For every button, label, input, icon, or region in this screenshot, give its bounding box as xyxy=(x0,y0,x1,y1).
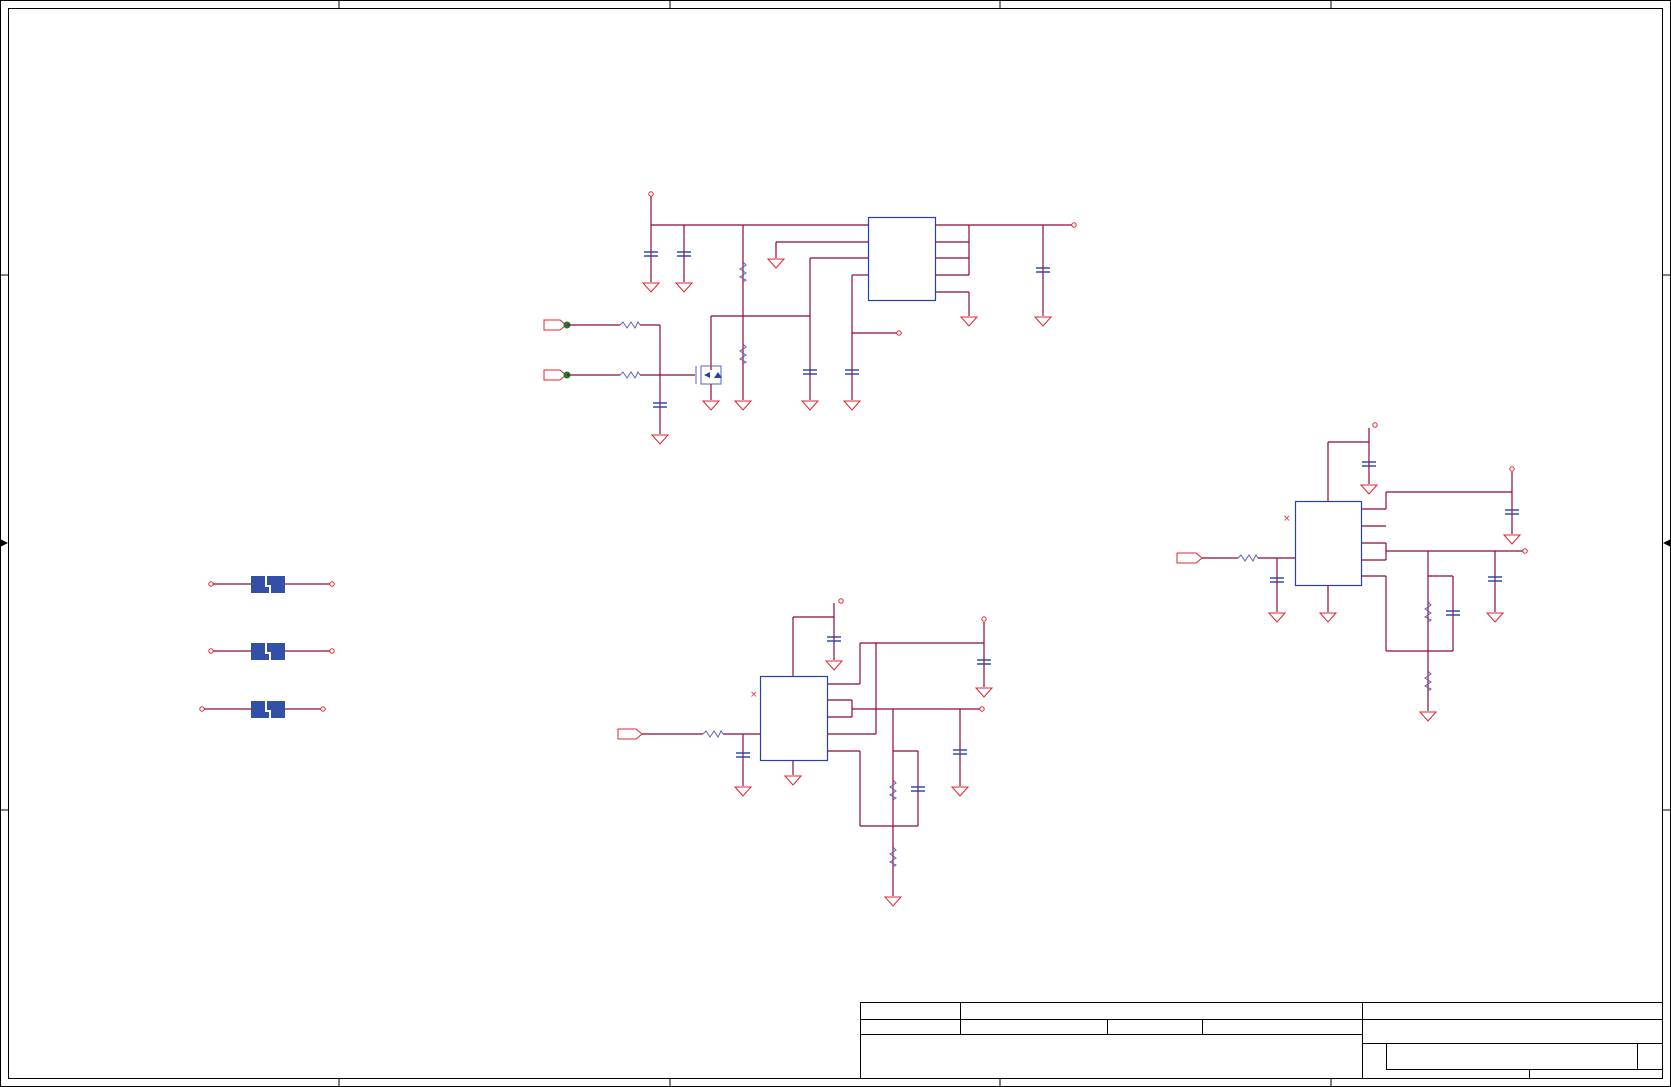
ground-icon xyxy=(884,896,902,907)
ground-icon xyxy=(975,687,993,698)
amplifier-ic[interactable] xyxy=(1294,500,1363,587)
amplifier-ic[interactable] xyxy=(759,675,829,762)
ground-icon xyxy=(1268,612,1286,623)
no-connect-icon: × xyxy=(750,690,758,700)
mosfet[interactable] xyxy=(695,365,722,385)
input-port[interactable] xyxy=(543,319,567,331)
center-mark-left-icon xyxy=(0,539,8,547)
power-port-icon xyxy=(1071,222,1077,228)
power-port-icon xyxy=(648,191,654,197)
ground-icon xyxy=(960,316,978,327)
ground-icon xyxy=(767,258,785,269)
center-mark-right-icon xyxy=(1663,539,1671,547)
power-port-icon xyxy=(1522,548,1528,554)
amplifier-block-center: × xyxy=(617,598,993,907)
ground-icon xyxy=(1486,612,1504,623)
input-port[interactable] xyxy=(543,369,567,381)
resistor[interactable] xyxy=(619,371,641,379)
amplifier-block-right: × xyxy=(1176,422,1528,722)
resistor[interactable] xyxy=(702,730,724,738)
schematic-sheet: × × xyxy=(0,0,1671,1087)
power-port-icon xyxy=(896,330,902,336)
power-port-icon xyxy=(838,598,844,604)
ground-icon xyxy=(702,400,720,411)
regulator-block xyxy=(543,191,1077,445)
power-port-icon xyxy=(1509,466,1515,472)
fiducial[interactable] xyxy=(208,643,335,660)
fiducial-group xyxy=(199,576,335,718)
input-port[interactable] xyxy=(1176,552,1203,564)
ground-icon xyxy=(1419,711,1437,722)
ground-icon xyxy=(784,775,802,786)
ground-icon xyxy=(801,400,819,411)
resistor[interactable] xyxy=(619,321,641,329)
input-port[interactable] xyxy=(617,728,643,740)
power-port-icon xyxy=(981,616,987,622)
drawing-frame xyxy=(0,0,1671,1087)
ground-icon xyxy=(1360,484,1378,495)
ground-icon xyxy=(1503,534,1521,545)
title-block xyxy=(860,1002,1663,1079)
ground-icon xyxy=(825,660,843,671)
fiducial[interactable] xyxy=(199,701,326,718)
ground-icon xyxy=(642,282,660,293)
ground-icon xyxy=(734,786,752,797)
resistor[interactable] xyxy=(1237,554,1259,562)
regulator-ic[interactable] xyxy=(867,216,937,302)
ground-icon xyxy=(1319,612,1337,623)
power-port-icon xyxy=(1372,422,1378,428)
ground-icon xyxy=(843,400,861,411)
ground-icon xyxy=(951,786,969,797)
fiducial[interactable] xyxy=(208,576,335,593)
ground-icon xyxy=(1034,316,1052,327)
power-port-icon xyxy=(979,706,985,712)
no-connect-icon: × xyxy=(1283,514,1291,524)
ground-icon xyxy=(675,282,693,293)
ground-icon xyxy=(651,434,669,445)
ground-icon xyxy=(734,400,752,411)
